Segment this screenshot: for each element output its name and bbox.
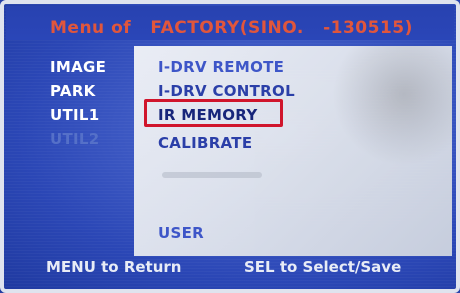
menu-title: Menu of FACTORY(SINO. -130515) (50, 18, 413, 38)
footer-select-hint: SEL to Select/Save (244, 258, 402, 276)
left-menu-item-util1[interactable]: UTIL1 (50, 106, 100, 124)
submenu-item-calibrate[interactable]: CALIBRATE (158, 134, 252, 152)
left-menu-item-util2[interactable]: UTIL2 (50, 130, 100, 148)
menu-header: Menu of FACTORY(SINO. -130515) (6, 6, 454, 40)
submenu-item-idrv-remote[interactable]: I-DRV REMOTE (158, 58, 284, 76)
submenu-item-idrv-control[interactable]: I-DRV CONTROL (158, 82, 295, 100)
left-menu-item-image[interactable]: IMAGE (50, 58, 106, 76)
submenu-item-blurred (162, 172, 262, 178)
panel-background-image (332, 46, 452, 166)
selection-highlight (144, 99, 283, 127)
submenu-item-user[interactable]: USER (158, 224, 204, 242)
menu-footer: MENU to Return SEL to Select/Save (6, 255, 454, 287)
factory-menu-screen: Menu of FACTORY(SINO. -130515) IMAGE PAR… (0, 0, 460, 293)
left-menu-item-park[interactable]: PARK (50, 82, 96, 100)
footer-return-hint: MENU to Return (46, 258, 182, 276)
